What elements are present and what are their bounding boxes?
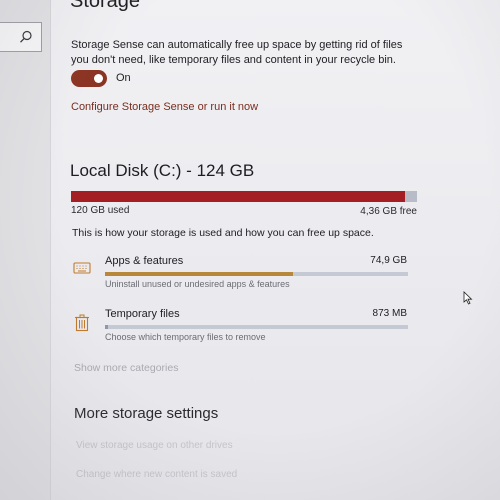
trash-icon (75, 314, 89, 332)
mouse-cursor-icon (463, 291, 473, 305)
show-more-categories-link[interactable]: Show more categories (74, 362, 178, 374)
storage-sense-toggle[interactable] (71, 70, 107, 87)
search-input[interactable] (0, 22, 42, 52)
change-save-location-link[interactable]: Change where new content is saved (76, 469, 237, 480)
storage-info-text: This is how your storage is used and how… (72, 227, 374, 239)
keyboard-icon (73, 262, 91, 274)
toggle-knob (94, 74, 103, 83)
category-usage-bar-fill (105, 325, 109, 329)
category-subtext: Choose which temporary files to remove (105, 332, 266, 342)
category-usage-bar (105, 272, 408, 276)
page-title: Storage (70, 0, 141, 12)
more-storage-settings-heading: More storage settings (74, 405, 219, 422)
category-name: Apps & features (105, 255, 184, 267)
toggle-state-label: On (116, 72, 131, 84)
navigation-pane (0, 0, 51, 500)
category-usage-bar (105, 325, 408, 329)
disk-title: Local Disk (C:) - 124 GB (70, 161, 255, 180)
view-other-drives-link[interactable]: View storage usage on other drives (76, 440, 233, 451)
category-size: 74,9 GB (370, 255, 407, 266)
category-name: Temporary files (105, 308, 180, 320)
configure-storage-sense-link[interactable]: Configure Storage Sense or run it now (71, 101, 258, 113)
disk-usage-bar-fill (71, 191, 405, 202)
category-size: 873 MB (372, 308, 407, 319)
disk-usage-bar (71, 191, 417, 202)
disk-used-label: 120 GB used (71, 205, 130, 216)
category-usage-bar-fill (105, 272, 293, 276)
category-subtext: Uninstall unused or undesired apps & fea… (105, 279, 290, 289)
disk-free-label: 4,36 GB free (360, 206, 417, 217)
category-apps-features[interactable]: Apps & features 74,9 GB Uninstall unused… (70, 255, 415, 295)
search-icon[interactable] (19, 30, 33, 44)
category-temporary-files[interactable]: Temporary files 873 MB Choose which temp… (70, 308, 415, 348)
storage-settings-window: Storage Storage Sense can automatically … (0, 0, 500, 500)
storage-sense-description: Storage Sense can automatically free up … (71, 39, 403, 66)
